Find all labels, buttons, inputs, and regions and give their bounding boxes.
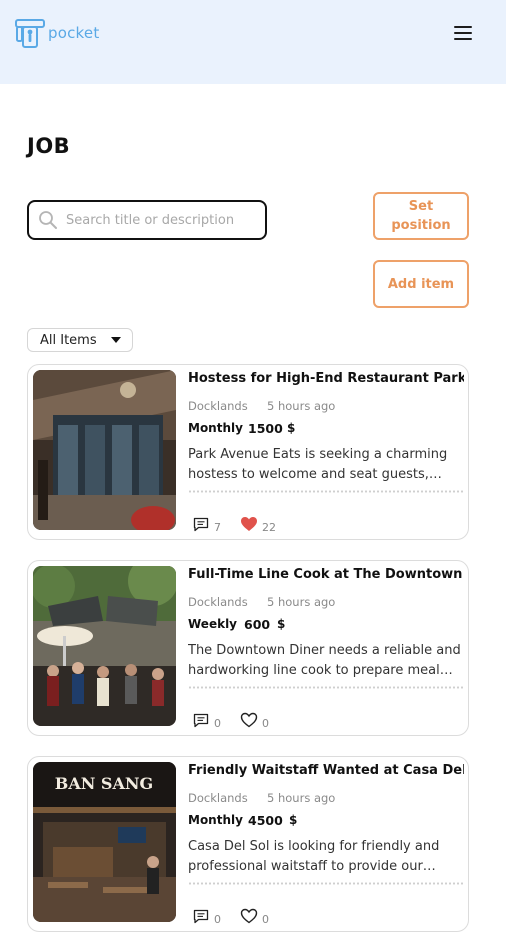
divider [188, 686, 464, 689]
items-filter-dropdown[interactable]: All Items [27, 328, 133, 352]
pay-amount: 600 [244, 617, 271, 632]
hamburger-menu-icon[interactable] [454, 24, 474, 42]
comment-count: 0 [214, 913, 221, 926]
search-input[interactable] [66, 212, 256, 228]
job-description: The Downtown Diner needs a reliable and … [188, 643, 461, 678]
app-header: pocket [0, 0, 506, 84]
logo-text: pocket [48, 24, 100, 42]
job-location: Docklands [188, 595, 248, 609]
pay-currency: $ [287, 421, 296, 435]
pay-period: Monthly [188, 813, 243, 827]
job-card[interactable]: Full-Time Line Cook at The Downtown Dock… [27, 560, 469, 736]
heart-filled-icon[interactable] [240, 516, 258, 532]
pay-period: Weekly [188, 617, 238, 631]
job-thumbnail [33, 370, 176, 530]
filter-selected-label: All Items [40, 332, 97, 348]
like-count: 22 [262, 521, 276, 534]
image-sign-text: BAN SANG [55, 774, 153, 793]
comment-icon[interactable] [193, 713, 209, 728]
add-item-button[interactable]: Add item [373, 260, 469, 308]
pay-period: Monthly [188, 421, 243, 435]
comment-count: 0 [214, 717, 221, 730]
page-title: JOB [27, 134, 71, 158]
pay-currency: $ [277, 617, 286, 631]
job-posted-time: 5 hours ago [267, 595, 336, 609]
pay-amount: 4500 [248, 813, 283, 828]
job-description: Casa Del Sol is looking for friendly and… [188, 839, 440, 874]
comment-icon[interactable] [193, 517, 209, 532]
job-thumbnail: BAN SANG [33, 762, 176, 922]
search-box[interactable] [27, 200, 267, 240]
job-title: Hostess for High-End Restaurant Park [188, 371, 464, 386]
search-icon [39, 211, 57, 229]
pocket-logo-icon [15, 19, 45, 48]
divider [188, 490, 464, 493]
job-description: Park Avenue Eats is seeking a charming h… [188, 447, 448, 482]
job-posted-time: 5 hours ago [267, 399, 336, 413]
chevron-down-icon [111, 337, 121, 343]
job-posted-time: 5 hours ago [267, 791, 336, 805]
logo[interactable]: pocket [14, 17, 99, 49]
heart-outline-icon[interactable] [240, 908, 258, 924]
job-title: Full-Time Line Cook at The Downtown [188, 567, 463, 582]
divider [188, 882, 464, 885]
job-location: Docklands [188, 399, 248, 413]
comment-icon[interactable] [193, 909, 209, 924]
set-position-button[interactable]: Set position [373, 192, 469, 240]
heart-outline-icon[interactable] [240, 712, 258, 728]
like-count: 0 [262, 913, 269, 926]
set-position-label-line2: position [391, 218, 451, 233]
comment-count: 7 [214, 521, 221, 534]
pay-amount: 1500 [248, 421, 283, 436]
set-position-label-line1: Set [408, 199, 434, 214]
job-thumbnail [33, 566, 176, 726]
pay-currency: $ [289, 813, 298, 827]
job-card[interactable]: BAN SANG Friendly Waitstaff Wanted at Ca… [27, 756, 469, 932]
job-location: Docklands [188, 791, 248, 805]
job-title: Friendly Waitstaff Wanted at Casa Del [188, 763, 464, 778]
job-card[interactable]: Hostess for High-End Restaurant Park Doc… [27, 364, 469, 540]
like-count: 0 [262, 717, 269, 730]
